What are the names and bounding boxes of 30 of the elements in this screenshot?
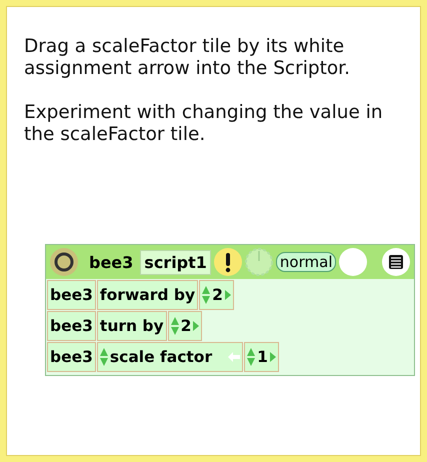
instruction-text: Drag a scaleFactor tile by its white assignment arrow into the Scriptor. [24,36,351,80]
right-arrow-icon[interactable] [193,321,200,331]
status-button[interactable]: normal [276,252,336,272]
number-tile[interactable]: 2 [168,311,202,341]
up-down-arrows-icon[interactable] [170,316,179,336]
number-tile[interactable]: 2 [199,280,234,310]
object-tile[interactable]: bee3 [47,342,96,372]
assignment-tile[interactable]: scale factor [96,342,244,372]
tile-value: 2 [212,286,223,304]
up-down-arrows-icon[interactable] [202,285,210,305]
object-name: bee3 [89,252,134,272]
exclamation-icon[interactable] [214,248,242,276]
right-arrow-icon[interactable] [224,290,231,300]
up-down-arrows-icon[interactable] [100,347,108,367]
blank-circle-button[interactable] [339,248,368,276]
command-tile[interactable]: forward by [96,280,198,310]
up-down-arrows-icon[interactable] [247,347,256,367]
tile-value: 1 [257,348,268,366]
menu-icon[interactable] [382,248,410,276]
object-tile[interactable]: bee3 [47,280,96,310]
ring-icon[interactable] [50,248,78,276]
instruction-text: Experiment with changing the value in the scaleFactor tile. [24,102,384,146]
object-tile[interactable]: bee3 [47,311,96,341]
command-tile[interactable]: turn by [96,311,167,341]
script-name-field[interactable]: script1 [140,250,211,274]
tile-value: 2 [180,317,192,335]
assignment-arrow-icon[interactable] [228,352,240,362]
tile-label: scale factor [110,348,212,366]
number-tile[interactable]: 1 [244,342,279,372]
right-arrow-icon[interactable] [270,352,276,362]
